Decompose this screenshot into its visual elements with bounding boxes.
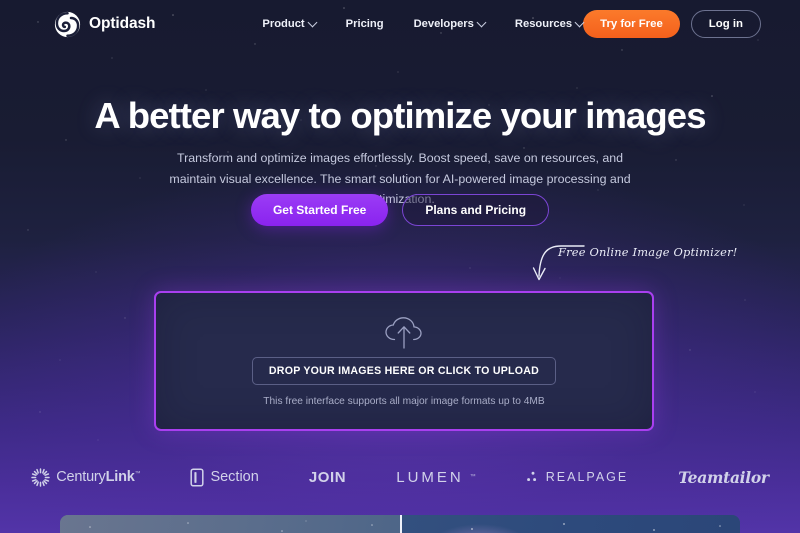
nav-actions: Try for Free Log in [583, 10, 761, 38]
annotation-text: Free Online Image Optimizer! [558, 245, 738, 259]
logo-teamtailor: Teamtailor [678, 468, 769, 487]
customer-logo-strip: CenturyLink™ Section JOIN LUMEN ™ REALPAG… [0, 461, 800, 493]
logo-join: JOIN [309, 469, 346, 486]
logo-centurylink-prefix: Century [56, 469, 106, 485]
logo-section: Section [190, 467, 259, 487]
page-title: A better way to optimize your images [94, 95, 706, 136]
logo-realpage-text: REALPAGE [545, 470, 629, 484]
logo-centurylink: CenturyLink™ [31, 467, 141, 487]
chevron-down-icon [476, 17, 487, 27]
hero-cta-row: Get Started Free Plans and Pricing [0, 194, 800, 226]
try-for-free-button[interactable]: Try for Free [583, 10, 680, 38]
top-navigation-bar: Optidash Product Pricing Developers Reso… [0, 0, 800, 48]
logo-centurylink-text: CenturyLink™ [56, 469, 140, 485]
nav-link-product-label: Product [262, 18, 305, 30]
upload-button[interactable]: DROP YOUR IMAGES HERE OR CLICK TO UPLOAD [251, 357, 557, 385]
brand-logo[interactable]: Optidash [54, 11, 155, 38]
three-dots-icon [526, 471, 536, 482]
starfield-decoration [27, 7, 759, 441]
chevron-down-icon [307, 17, 318, 27]
brand-name: Optidash [89, 15, 156, 32]
starburst-icon [31, 467, 50, 487]
plans-and-pricing-button[interactable]: Plans and Pricing [402, 194, 550, 226]
nav-link-developers[interactable]: Developers [413, 17, 487, 30]
curved-down-arrow-icon [532, 245, 585, 281]
page-background: Optidash Product Pricing Developers Reso… [0, 0, 800, 533]
logo-section-text: Section [210, 469, 259, 485]
login-button[interactable]: Log in [690, 10, 761, 38]
swirl-circle-logo-icon [54, 11, 81, 37]
upload-note: This free interface supports all major i… [263, 396, 545, 407]
logo-join-text: JOIN [308, 468, 347, 486]
logo-lumen: LUMEN ™ [396, 469, 476, 486]
logo-realpage: REALPAGE [526, 470, 628, 484]
image-upload-dropzone[interactable]: DROP YOUR IMAGES HERE OR CLICK TO UPLOAD… [154, 291, 654, 431]
logo-teamtailor-text: Teamtailor [678, 467, 769, 487]
logo-lumen-tm: ™ [469, 474, 476, 480]
hero-section: A better way to optimize your images Tra… [0, 96, 800, 209]
bracket-icon [190, 467, 204, 487]
logo-centurylink-tm: ™ [134, 471, 141, 478]
nav-links: Product Pricing Developers Resources [262, 17, 585, 30]
nav-link-resources-label: Resources [514, 18, 573, 30]
annotation-callout: Free Online Image Optimizer! [528, 238, 737, 289]
get-started-free-button[interactable]: Get Started Free [250, 194, 389, 226]
logo-lumen-text: LUMEN [396, 468, 464, 486]
nav-link-pricing-label: Pricing [345, 18, 384, 30]
nav-link-resources[interactable]: Resources [514, 17, 585, 30]
nav-link-developers-label: Developers [413, 18, 474, 30]
before-after-comparison-panel[interactable] [60, 515, 740, 533]
logo-centurylink-suffix: Link [105, 469, 135, 485]
cloud-upload-icon [382, 315, 426, 356]
nav-link-pricing[interactable]: Pricing [346, 18, 384, 30]
comparison-slider-handle[interactable] [400, 515, 402, 533]
nav-link-product[interactable]: Product [262, 17, 318, 30]
